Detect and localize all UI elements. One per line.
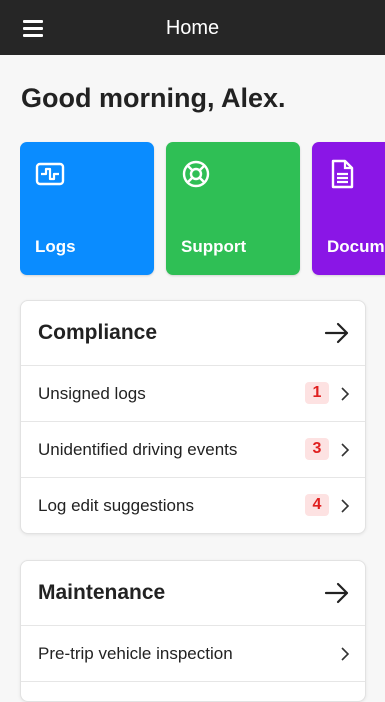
count-badge: 1 xyxy=(305,382,329,404)
greeting-heading: Good morning, Alex. xyxy=(21,83,286,113)
chevron-right-icon xyxy=(341,387,350,401)
logs-tile-label: Logs xyxy=(35,237,76,256)
list-item-label: Unidentified driving events xyxy=(38,440,238,459)
count-badge: 4 xyxy=(305,494,329,516)
list-item-unsigned-logs[interactable]: Unsigned logs 1 xyxy=(21,366,365,422)
maintenance-card: Maintenance Pre-trip vehicle inspection xyxy=(20,560,366,702)
list-item-pre-trip-vehicle-inspection[interactable]: Pre-trip vehicle inspection xyxy=(21,626,365,682)
list-item-label: Log edit suggestions xyxy=(38,496,194,515)
chevron-right-icon xyxy=(341,647,350,661)
chevron-right-icon xyxy=(341,499,350,513)
top-app-bar: Home xyxy=(0,0,385,55)
arrow-right-icon xyxy=(324,322,349,344)
compliance-card: Compliance Unsigned logs 1 Unidentified … xyxy=(20,300,366,534)
list-item-label: Pre-trip vehicle inspection xyxy=(38,644,233,663)
maintenance-title: Maintenance xyxy=(38,581,166,604)
documents-tile-label: Documents xyxy=(327,237,385,256)
document-icon xyxy=(331,159,354,189)
support-tile[interactable]: Support xyxy=(166,142,300,275)
arrow-right-icon xyxy=(324,582,349,604)
documents-tile[interactable]: Documents xyxy=(312,142,385,275)
lifebuoy-icon xyxy=(182,160,210,188)
compliance-title: Compliance xyxy=(38,321,158,344)
count-badge: 3 xyxy=(305,438,329,460)
support-tile-label: Support xyxy=(181,237,247,256)
logs-icon xyxy=(35,162,65,186)
compliance-header[interactable]: Compliance xyxy=(21,301,365,366)
maintenance-header[interactable]: Maintenance xyxy=(21,561,365,626)
quick-action-tiles: Logs Support Documents xyxy=(20,141,385,281)
chevron-right-icon xyxy=(341,443,350,457)
list-item-unidentified-driving-events[interactable]: Unidentified driving events 3 xyxy=(21,422,365,478)
list-item-log-edit-suggestions[interactable]: Log edit suggestions 4 xyxy=(21,478,365,533)
page-title: Home xyxy=(165,17,220,39)
list-item-label: Unsigned logs xyxy=(38,384,146,403)
logs-tile[interactable]: Logs xyxy=(20,142,154,275)
